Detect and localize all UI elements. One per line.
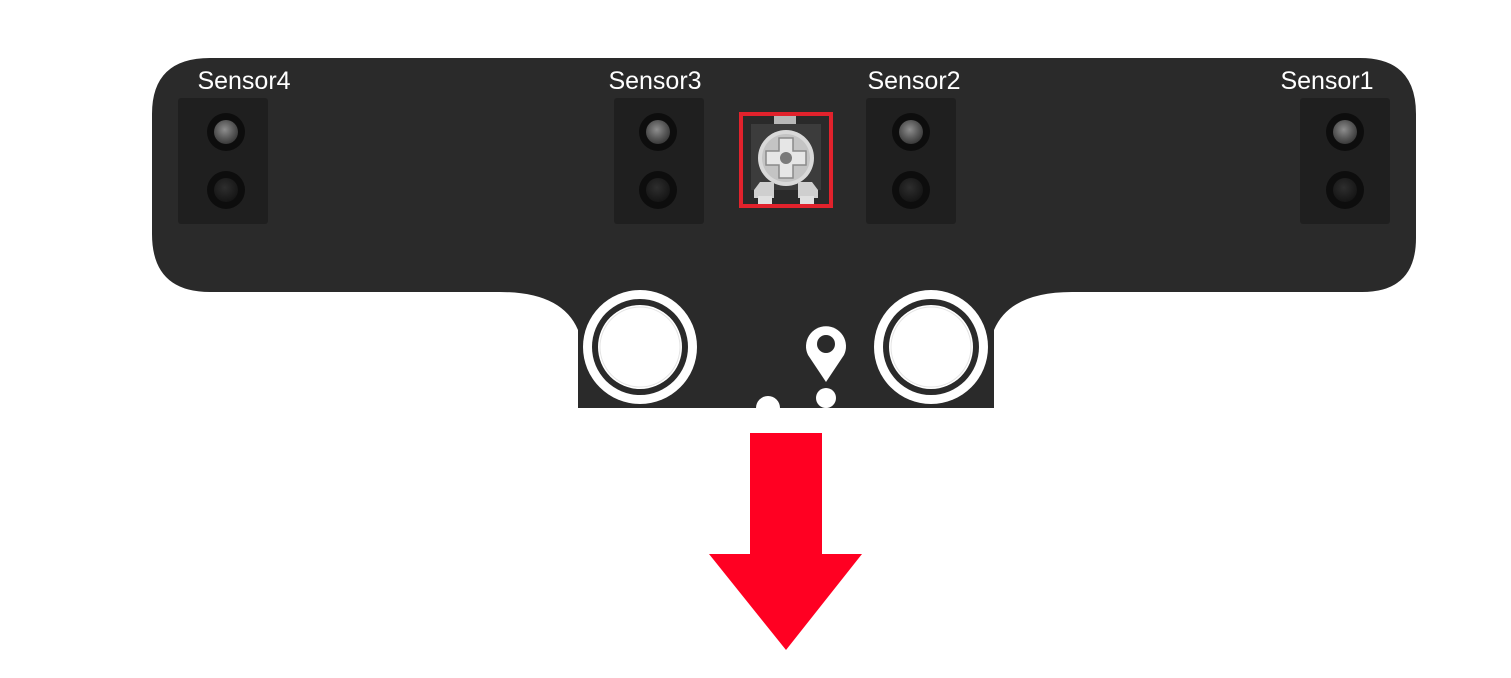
sensor3-label: Sensor3	[608, 67, 702, 95]
hiwonder-logo: Hiwonder	[0, 0, 218, 52]
sensor-board	[152, 58, 1416, 408]
sensor1-module	[1300, 98, 1390, 224]
sensor2-label: Sensor2	[867, 67, 961, 95]
sensor3-module	[614, 98, 704, 224]
sensor2-module	[866, 98, 956, 224]
board-drawing	[152, 58, 1416, 650]
illustration: Hiwonder Sensor4 Sensor3 Sensor2 Sensor1	[0, 0, 1511, 678]
arrow-down-icon	[709, 433, 862, 650]
sensor4-label: Sensor4	[197, 67, 291, 95]
sensor4-module	[178, 98, 268, 224]
mounting-hole-right	[874, 290, 988, 404]
sensor1-label: Sensor1	[1280, 67, 1374, 95]
brand-wordmark: Hiwonder	[0, 0, 218, 52]
mounting-hole-left	[583, 290, 697, 404]
